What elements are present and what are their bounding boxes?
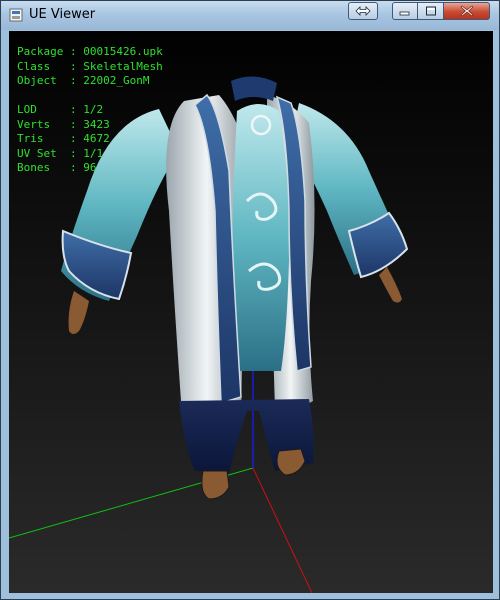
info-bones-label: Bones bbox=[17, 161, 51, 174]
info-package-value: 00015426.upk bbox=[83, 45, 163, 58]
info-verts-value: 3423 bbox=[83, 117, 110, 131]
info-class-value: SkeletalMesh bbox=[83, 59, 163, 73]
title-bar[interactable]: UE Viewer bbox=[1, 1, 499, 30]
maximize-icon bbox=[425, 6, 436, 16]
info-tris-row: Tris : 4672 bbox=[17, 132, 110, 145]
double-arrow-icon bbox=[355, 6, 371, 16]
left-foot bbox=[201, 470, 230, 500]
info-lod-label: LOD bbox=[17, 103, 37, 116]
info-uvset-value: 1/1 bbox=[83, 146, 104, 160]
minimize-icon bbox=[399, 11, 410, 16]
info-lod-row: LOD : 1/2 bbox=[17, 103, 104, 116]
info-object-row: Object : 22002_GonM bbox=[17, 74, 150, 87]
app-icon bbox=[9, 8, 23, 22]
info-bones-value: 96 bbox=[83, 161, 97, 174]
swap-button[interactable] bbox=[348, 2, 378, 20]
right-hand bbox=[379, 267, 402, 303]
minimize-button[interactable] bbox=[392, 2, 418, 20]
info-lod-value: 1/2 bbox=[83, 103, 104, 116]
window-title: UE Viewer bbox=[29, 7, 96, 22]
maximize-button[interactable] bbox=[418, 2, 444, 20]
mesh-info-overlay: Package : 00015426.upk Class : SkeletalM… bbox=[17, 45, 163, 176]
render-viewport[interactable]: Package : 00015426.upk Class : SkeletalM… bbox=[9, 31, 493, 593]
info-uvset-label: UV Set bbox=[17, 146, 57, 160]
info-object-label: Object bbox=[17, 74, 57, 87]
info-uvset-row: UV Set : 1/1 bbox=[17, 146, 104, 160]
right-foot bbox=[276, 448, 306, 476]
app-window: UE Viewer Package: 00015426.upk Class:… bbox=[0, 0, 500, 600]
close-button[interactable] bbox=[444, 2, 490, 20]
info-object-value: 22002_GonM bbox=[83, 74, 150, 87]
info-tris-value: 4672 bbox=[83, 132, 110, 145]
info-package-label: Package bbox=[17, 45, 64, 58]
info-package-row: Package : 00015426.upk bbox=[17, 45, 163, 58]
left-hand bbox=[68, 291, 89, 334]
info-verts-label: Verts bbox=[17, 117, 51, 131]
collar bbox=[231, 76, 277, 101]
info-bones-row: Bones : 96 bbox=[17, 161, 97, 174]
close-icon bbox=[460, 5, 473, 17]
inner-tunic bbox=[232, 104, 290, 371]
axis-x-line bbox=[252, 467, 313, 593]
info-tris-label: Tris bbox=[17, 132, 44, 145]
info-class-label: Class bbox=[17, 59, 51, 73]
info-class-row: Class : SkeletalMesh bbox=[17, 59, 163, 73]
info-verts-row: Verts : 3423 bbox=[17, 117, 110, 131]
